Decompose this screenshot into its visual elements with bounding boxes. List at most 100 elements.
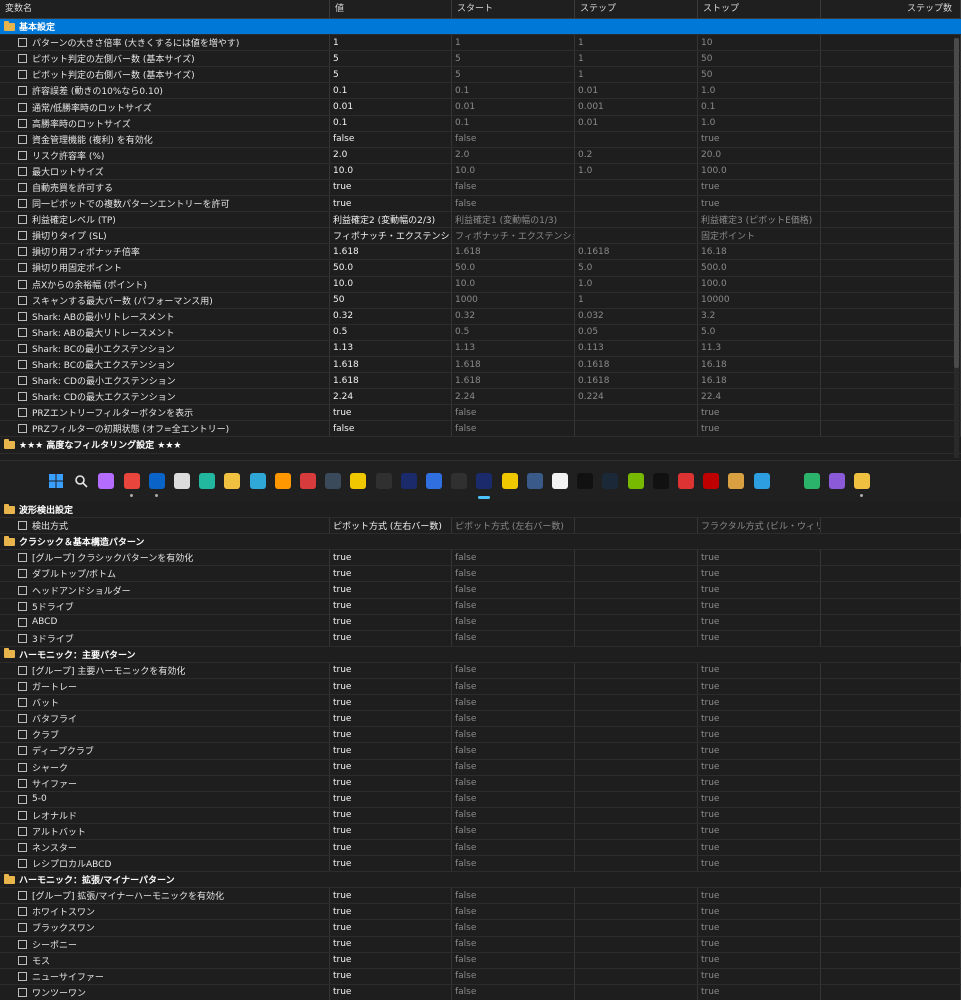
parameter-step-cell[interactable] [575, 614, 698, 630]
parameter-start-cell[interactable]: false [452, 131, 575, 147]
notes-app-icon[interactable] [854, 473, 870, 489]
a-app-icon[interactable] [779, 473, 795, 489]
parameter-value-cell[interactable]: true [330, 952, 452, 968]
parameter-stop-cell[interactable]: 50 [698, 51, 821, 67]
parameter-value-cell[interactable]: 10.0 [330, 163, 452, 179]
parameter-start-cell[interactable]: 0.01 [452, 99, 575, 115]
parameter-step-cell[interactable] [575, 179, 698, 196]
optimize-checkbox[interactable] [18, 182, 27, 192]
optimize-checkbox[interactable] [18, 408, 27, 418]
doc-app-icon[interactable] [552, 473, 568, 489]
parameter-step-cell[interactable] [575, 598, 698, 614]
parameter-row[interactable]: ダブルトップ/ボトム true false true [0, 566, 961, 583]
parameter-value-cell[interactable]: true [330, 662, 452, 679]
parameter-row[interactable]: ブラックスワン true false true [0, 920, 961, 937]
parameter-stop-cell[interactable]: 10 [698, 35, 821, 51]
parameter-step-cell[interactable]: 1.0 [575, 163, 698, 179]
optimize-checkbox[interactable] [18, 150, 27, 160]
parameter-row[interactable]: モス true false true [0, 952, 961, 969]
optimize-checkbox[interactable] [18, 698, 27, 708]
parameter-value-cell[interactable]: true [330, 598, 452, 614]
parameter-row[interactable]: サイファー true false true [0, 775, 961, 792]
parameter-step-cell[interactable] [575, 727, 698, 743]
parameter-step-cell[interactable] [575, 212, 698, 228]
parameter-step-cell[interactable]: 0.01 [575, 83, 698, 99]
parameter-stop-cell[interactable]: 500.0 [698, 260, 821, 276]
parameter-stop-cell[interactable]: true [698, 904, 821, 920]
parameter-value-cell[interactable]: 0.5 [330, 324, 452, 340]
parameter-value-cell[interactable]: 2.0 [330, 147, 452, 163]
parameter-stop-cell[interactable]: 100.0 [698, 276, 821, 292]
optimize-checkbox[interactable] [18, 843, 27, 853]
windows-start-icon[interactable] [48, 473, 64, 489]
parameter-step-cell[interactable]: 1 [575, 35, 698, 51]
parameter-row[interactable]: 資金管理機能 (複利) を有効化 false false true [0, 131, 961, 148]
parameter-stop-cell[interactable]: 16.18 [698, 356, 821, 373]
parameter-value-cell[interactable]: true [330, 856, 452, 872]
parameter-start-cell[interactable]: 5 [452, 67, 575, 83]
parameter-step-cell[interactable] [575, 807, 698, 823]
parameter-step-cell[interactable] [575, 662, 698, 679]
parameter-row[interactable]: シャーク true false true [0, 759, 961, 776]
parameter-value-cell[interactable]: true [330, 743, 452, 759]
parameter-start-cell[interactable]: false [452, 679, 575, 695]
parameter-start-cell[interactable]: 50.0 [452, 260, 575, 276]
notepad-icon[interactable] [174, 473, 190, 489]
optimize-checkbox[interactable] [18, 907, 27, 917]
search-icon[interactable] [73, 473, 89, 489]
parameter-stop-cell[interactable]: 11.3 [698, 340, 821, 356]
optimize-checkbox[interactable] [18, 826, 27, 836]
steam-icon[interactable] [602, 473, 618, 489]
parameter-row[interactable]: ABCD true false true [0, 614, 961, 631]
parameter-stop-cell[interactable]: true [698, 630, 821, 646]
parameter-row[interactable]: バタフライ true false true [0, 711, 961, 728]
optimize-checkbox[interactable] [18, 810, 27, 820]
parameter-stop-cell[interactable]: 利益確定3 (ピボットE価格) [698, 212, 821, 228]
parameter-start-cell[interactable]: 0.1 [452, 115, 575, 131]
parameter-value-cell[interactable]: 50 [330, 292, 452, 308]
optimize-checkbox[interactable] [18, 665, 27, 675]
parameter-step-cell[interactable]: 5.0 [575, 260, 698, 276]
vscode-icon[interactable] [754, 473, 770, 489]
parameter-stop-cell[interactable]: 5.0 [698, 324, 821, 340]
chrome-icon[interactable] [124, 473, 140, 489]
column-header-stop[interactable]: ストップ [698, 0, 821, 19]
parameter-start-cell[interactable]: 1.618 [452, 244, 575, 260]
parameter-value-cell[interactable]: 5 [330, 51, 452, 67]
optimize-checkbox[interactable] [18, 682, 27, 692]
parameter-row[interactable]: パターンの大きさ倍率 (大きくするには値を増やす) 1 1 1 10 [0, 35, 961, 52]
parameter-start-cell[interactable]: false [452, 550, 575, 566]
column-header-variable-name[interactable]: 変数名 [0, 0, 330, 19]
parameter-start-cell[interactable]: false [452, 791, 575, 807]
parameter-stop-cell[interactable]: true [698, 405, 821, 421]
parameter-step-cell[interactable] [575, 711, 698, 727]
parameter-step-cell[interactable] [575, 856, 698, 872]
x-app-icon[interactable] [376, 473, 392, 489]
parameter-row[interactable]: レオナルド true false true [0, 807, 961, 824]
parameter-stop-cell[interactable]: true [698, 727, 821, 743]
parameter-value-cell[interactable]: true [330, 727, 452, 743]
parameter-value-cell[interactable]: true [330, 968, 452, 984]
parameter-start-cell[interactable]: false [452, 695, 575, 711]
optimize-checkbox[interactable] [18, 778, 27, 788]
parameter-row[interactable]: [グループ] 拡張/マイナーハーモニックを有効化 true false true [0, 888, 961, 905]
copilot-icon[interactable] [98, 473, 114, 489]
parameter-row[interactable]: ホワイトスワン true false true [0, 904, 961, 921]
optimize-checkbox[interactable] [18, 166, 27, 176]
group-header-row[interactable]: 波形検出設定 [0, 502, 961, 519]
parameter-row[interactable]: 損切り用固定ポイント 50.0 50.0 5.0 500.0 [0, 260, 961, 277]
arrow-app-icon[interactable] [426, 473, 442, 489]
parameter-stop-cell[interactable]: true [698, 179, 821, 196]
parameter-step-cell[interactable]: 1.0 [575, 276, 698, 292]
parameter-start-cell[interactable]: 10.0 [452, 276, 575, 292]
optimize-checkbox[interactable] [18, 327, 27, 337]
parameter-row[interactable]: Shark: BCの最小エクステンション 1.13 1.13 0.113 11.3 [0, 340, 961, 357]
parameter-stop-cell[interactable]: true [698, 775, 821, 791]
parameter-start-cell[interactable]: false [452, 743, 575, 759]
parameter-row[interactable]: 自動売買を許可する true false true [0, 179, 961, 197]
parameter-start-cell[interactable]: ピボット方式 (左右バー数) [452, 518, 575, 534]
parameter-step-cell[interactable]: 0.1618 [575, 356, 698, 373]
parameter-stop-cell[interactable]: true [698, 614, 821, 630]
parameter-row[interactable]: バット true false true [0, 695, 961, 712]
mt-yellow-2-icon[interactable] [502, 473, 518, 489]
